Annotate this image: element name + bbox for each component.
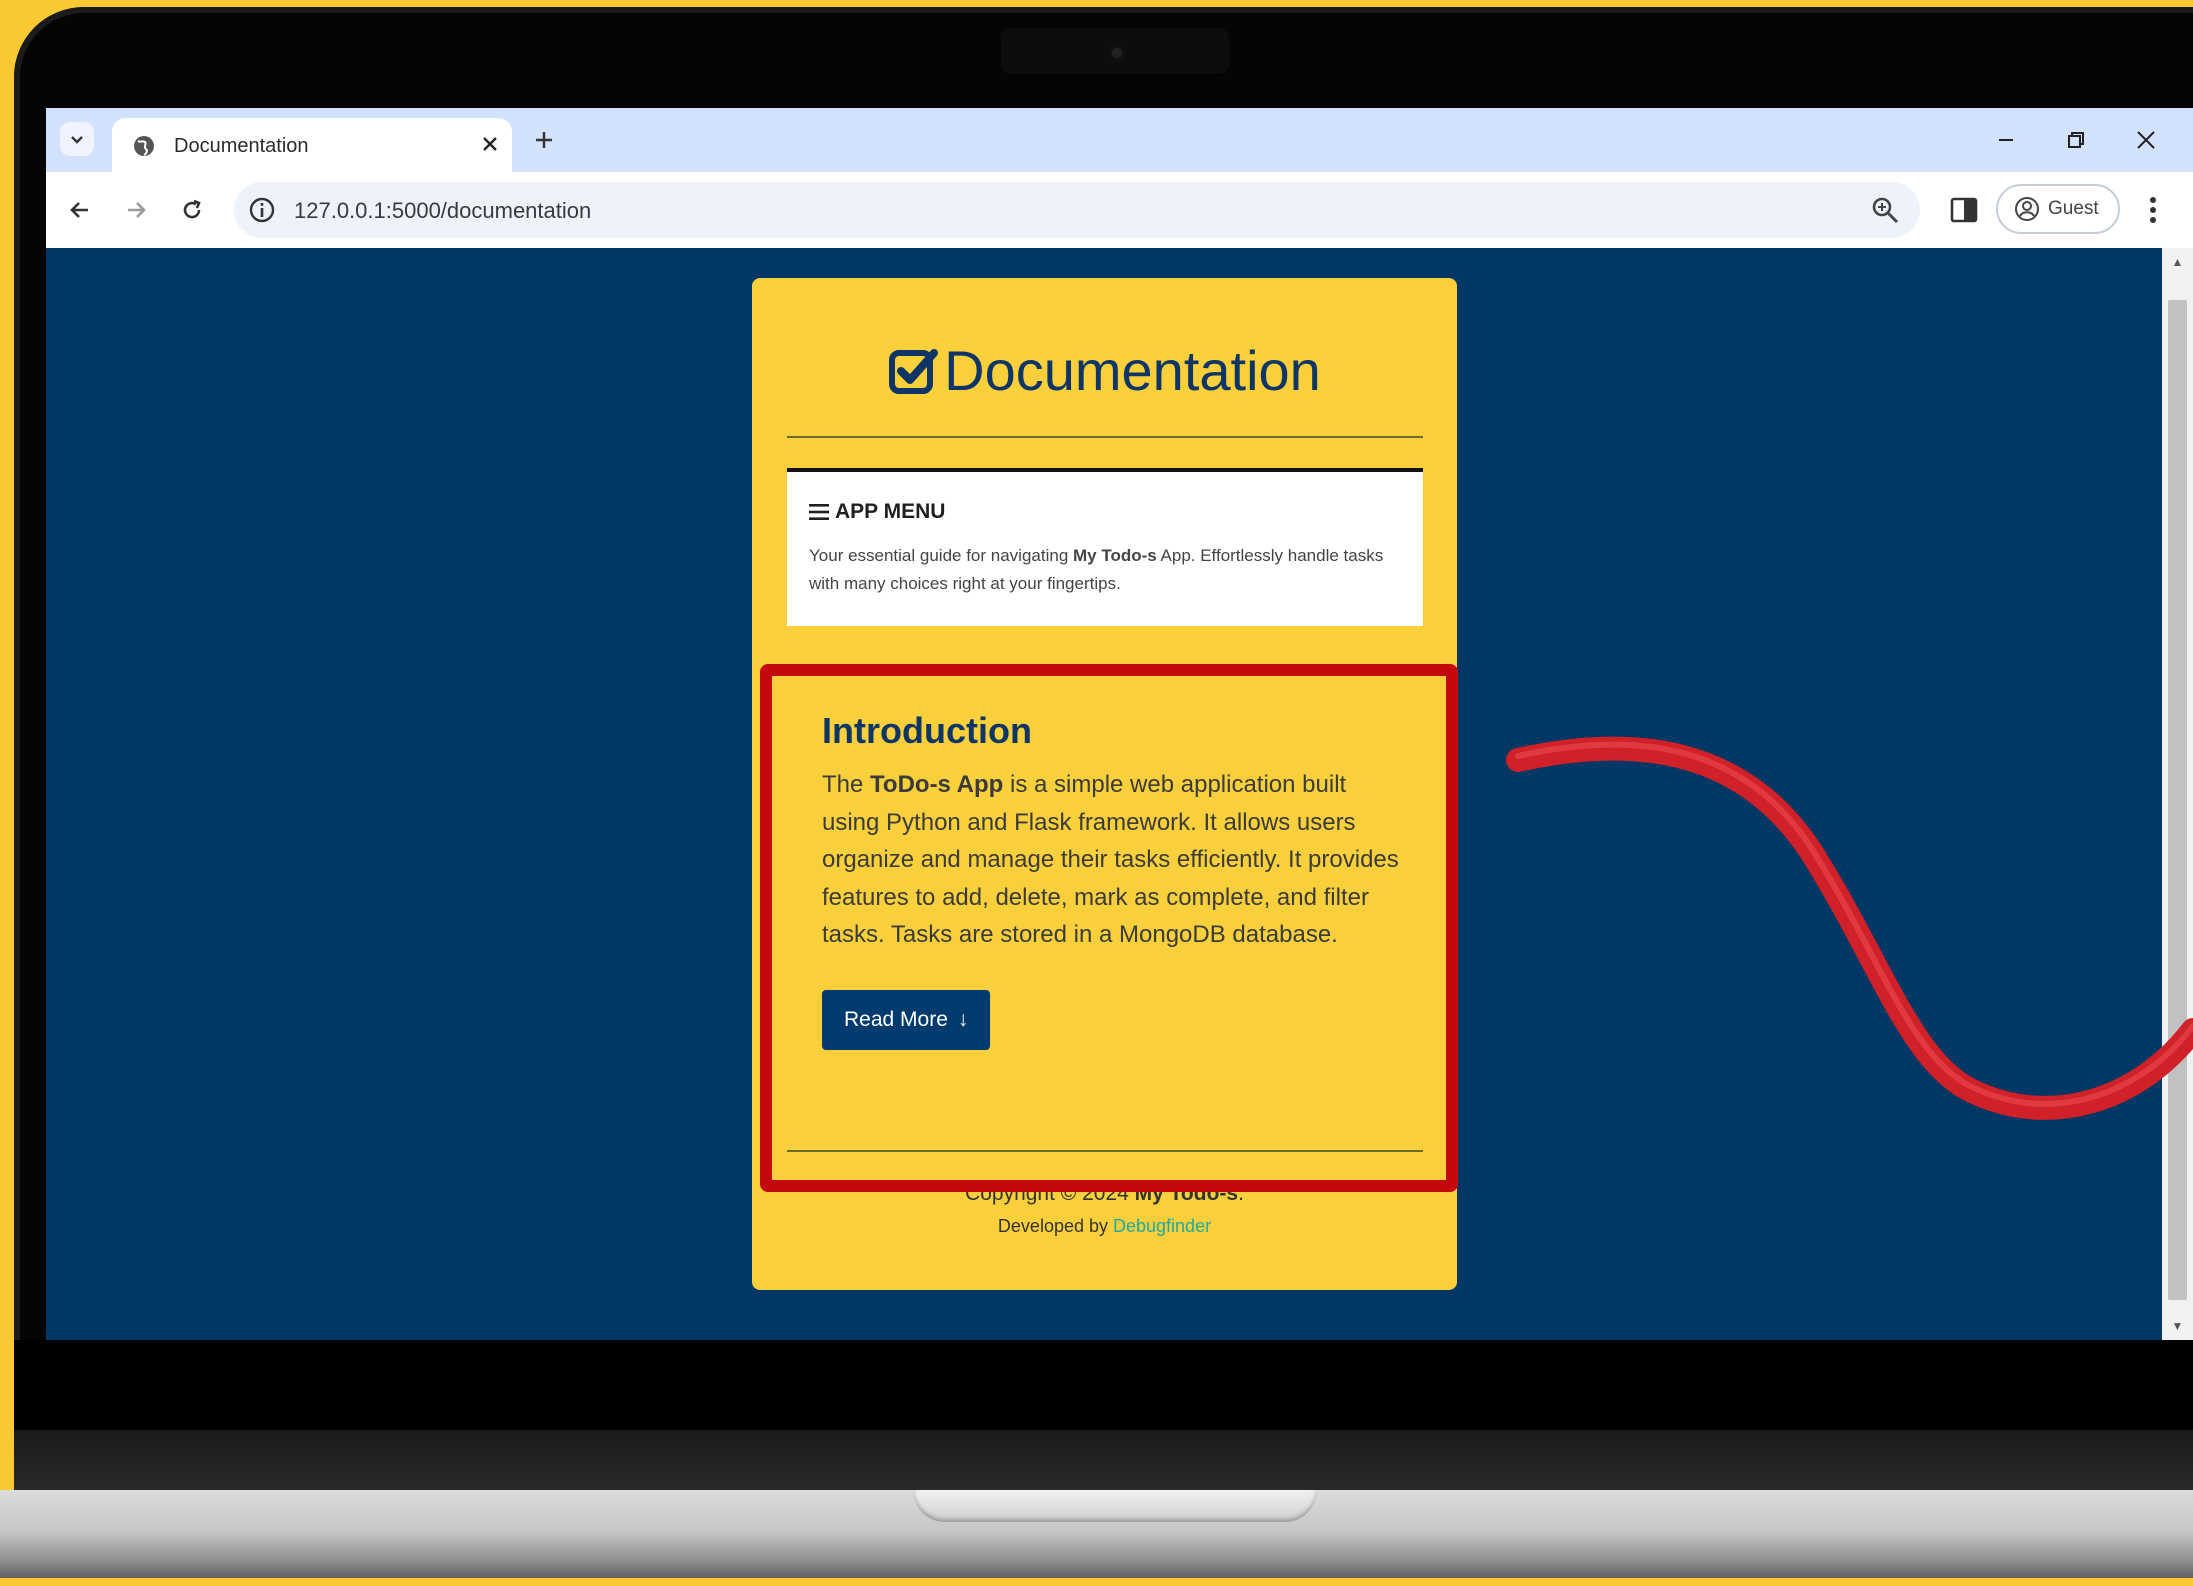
address-bar[interactable]: 127.0.0.1:5000/documentation (234, 182, 1920, 238)
close-icon (483, 137, 497, 151)
chevron-down-icon (71, 136, 83, 144)
check-square-icon (889, 348, 939, 394)
scroll-up-arrow[interactable]: ▲ (2168, 252, 2187, 272)
laptop-hinge (14, 1430, 2193, 1490)
app-menu-box: APP MENU Your essential guide for naviga… (787, 468, 1423, 626)
app-menu-description: Your essential guide for navigating My T… (809, 542, 1409, 598)
restore-icon (2068, 132, 2084, 148)
back-button[interactable] (60, 190, 100, 230)
menu-desc-text: Your essential guide for navigating (809, 546, 1073, 565)
title-divider (787, 436, 1423, 438)
tab-bar: Documentation (46, 108, 2193, 172)
app-menu-label: APP MENU (835, 500, 946, 523)
window-close-icon (2137, 131, 2155, 149)
side-panel-icon[interactable] (1946, 192, 1982, 228)
kebab-menu-icon[interactable] (2138, 190, 2168, 230)
developer-link[interactable]: Debugfinder (1113, 1216, 1211, 1236)
globe-icon (134, 136, 154, 156)
background-strip (0, 1578, 2193, 1586)
page-title: Documentation (752, 338, 1457, 403)
window-close-button[interactable] (2126, 122, 2166, 158)
forward-button[interactable] (116, 190, 156, 230)
webcam-lens (1112, 48, 1122, 58)
scroll-down-arrow[interactable]: ▼ (2168, 1316, 2187, 1336)
zoom-icon[interactable] (1870, 195, 1900, 225)
back-icon (70, 202, 88, 218)
app-menu-heading[interactable]: APP MENU (809, 500, 945, 524)
new-tab-button[interactable] (526, 122, 562, 158)
tab-documentation[interactable]: Documentation (112, 118, 512, 172)
developed-by-text: Developed by Debugfinder (752, 1216, 1457, 1237)
info-icon[interactable] (248, 196, 276, 224)
reload-button[interactable] (172, 190, 212, 230)
highlight-annotation-box (760, 664, 1458, 1192)
profile-button[interactable]: Guest (1996, 184, 2120, 234)
laptop-lid-notch (913, 1490, 1317, 1522)
menu-desc-app-name: My Todo-s (1073, 546, 1157, 565)
tab-search-button[interactable] (60, 122, 94, 156)
plus-icon (536, 132, 552, 148)
reload-icon (183, 199, 201, 219)
profile-icon (2015, 197, 2039, 221)
page-title-text: Documentation (944, 339, 1321, 402)
minimize-button[interactable] (1986, 122, 2026, 158)
browser-toolbar: 127.0.0.1:5000/documentation Guest (46, 172, 2193, 248)
profile-label: Guest (2048, 198, 2099, 219)
developed-by-prefix: Developed by (997, 1216, 1113, 1236)
minimize-icon (1999, 139, 2013, 141)
tab-title: Documentation (174, 135, 309, 157)
forward-icon (128, 202, 146, 218)
url-text[interactable]: 127.0.0.1:5000/documentation (294, 198, 591, 224)
restore-button[interactable] (2056, 122, 2096, 158)
close-tab-button[interactable] (476, 130, 504, 158)
bars-icon (809, 504, 829, 520)
scrollbar-thumb[interactable] (2168, 300, 2187, 1300)
